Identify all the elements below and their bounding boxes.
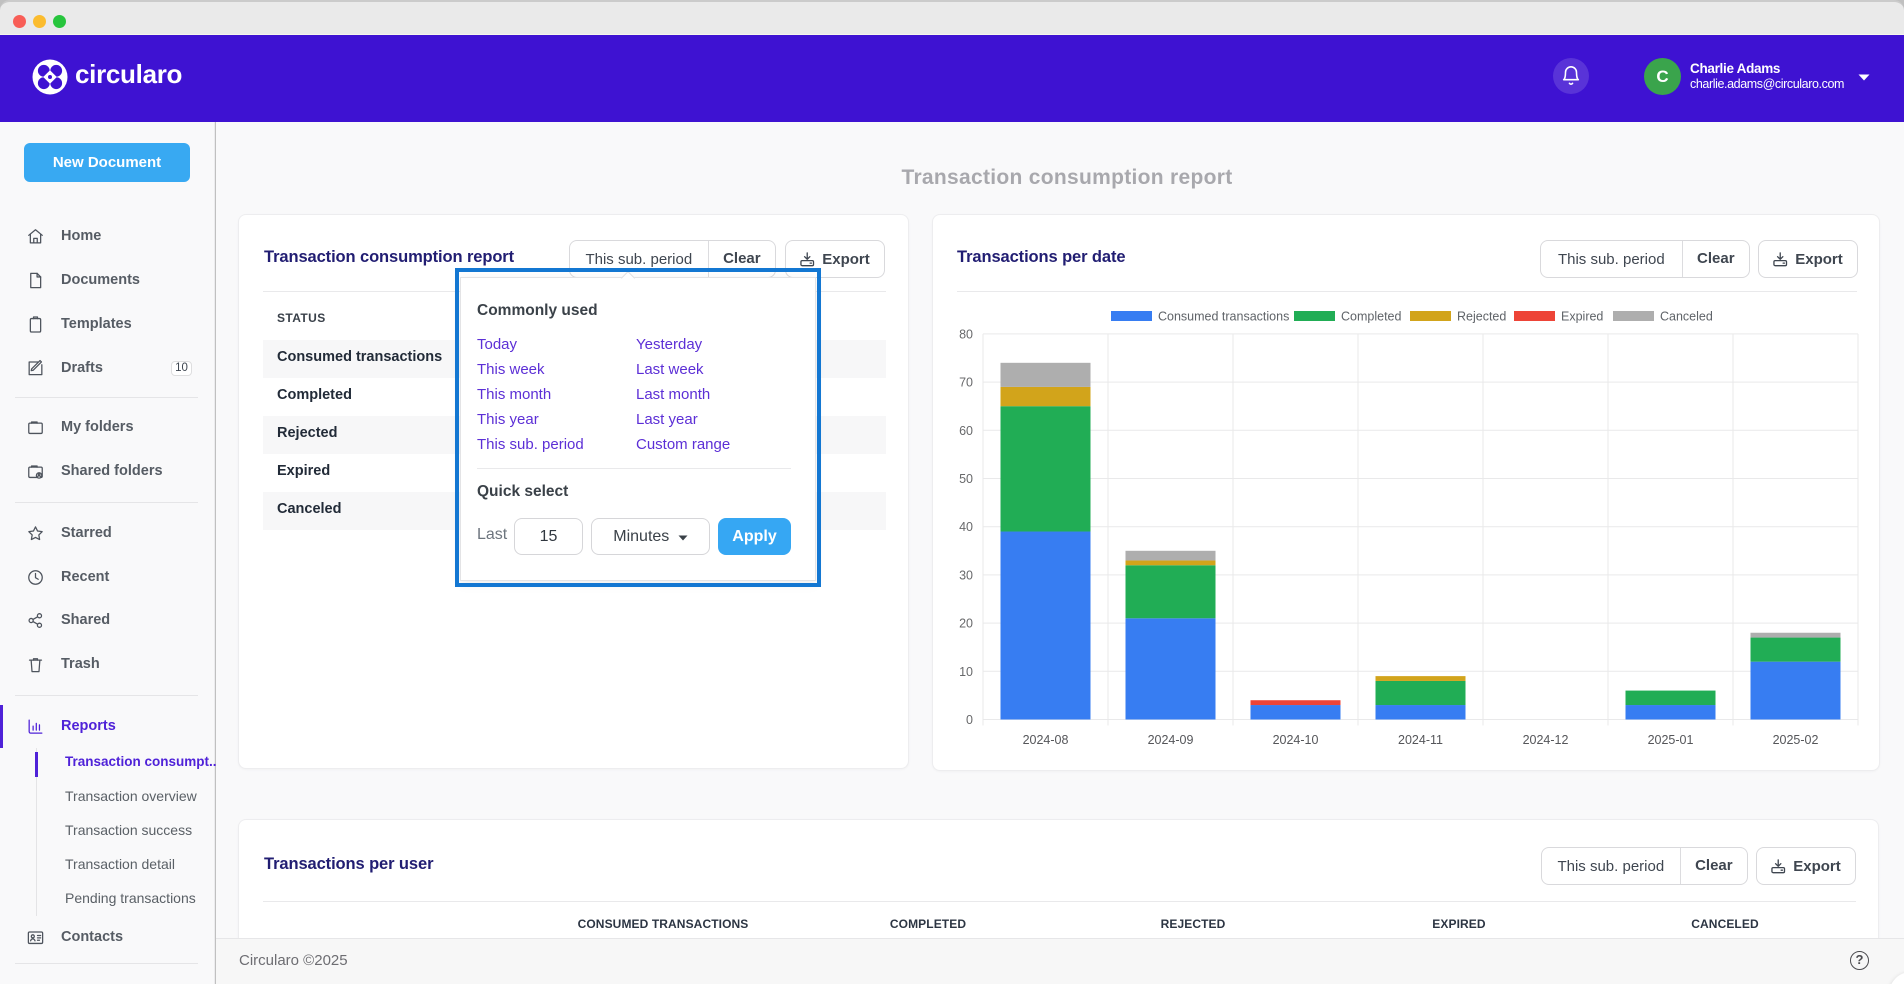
svg-text:Expired: Expired	[1561, 310, 1603, 324]
svg-text:10: 10	[959, 665, 973, 679]
svg-text:20: 20	[959, 617, 973, 631]
svg-text:2024-12: 2024-12	[1523, 733, 1569, 747]
svg-text:40: 40	[959, 520, 973, 534]
svg-text:80: 80	[959, 327, 973, 341]
svg-text:30: 30	[959, 568, 973, 582]
svg-text:Completed: Completed	[1341, 310, 1401, 324]
svg-text:50: 50	[959, 472, 973, 486]
svg-text:2024-11: 2024-11	[1398, 733, 1443, 747]
svg-text:2024-09: 2024-09	[1148, 733, 1194, 747]
svg-text:2025-02: 2025-02	[1773, 733, 1819, 747]
svg-text:70: 70	[959, 376, 973, 390]
svg-text:60: 60	[959, 424, 973, 438]
svg-text:Rejected: Rejected	[1457, 310, 1506, 324]
svg-text:2025-01: 2025-01	[1648, 733, 1694, 747]
svg-text:Consumed transactions: Consumed transactions	[1158, 310, 1289, 324]
svg-text:0: 0	[966, 713, 973, 727]
svg-text:2024-10: 2024-10	[1273, 733, 1319, 747]
svg-text:Canceled: Canceled	[1660, 310, 1713, 324]
svg-text:2024-08: 2024-08	[1023, 733, 1069, 747]
